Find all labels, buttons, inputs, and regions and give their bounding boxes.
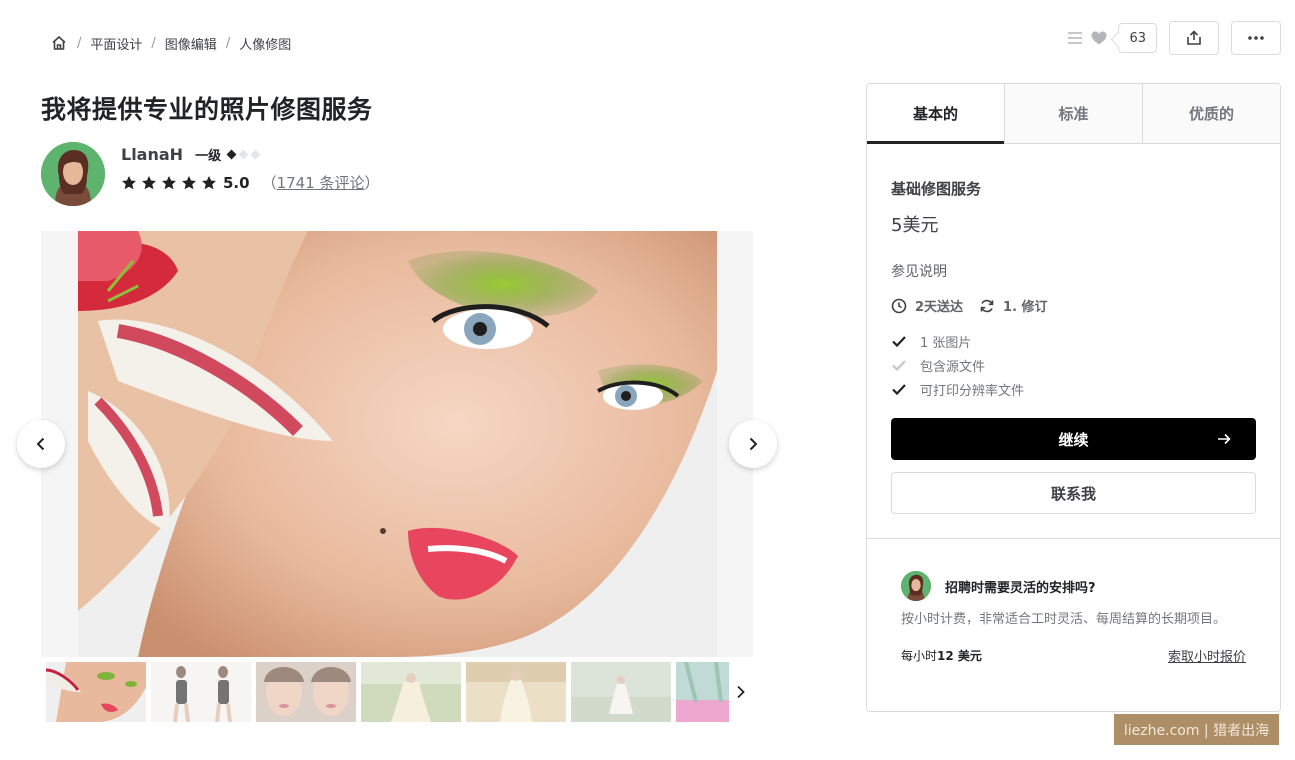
- seller-name[interactable]: LlanaH: [121, 145, 183, 164]
- breadcrumb-separator: /: [225, 35, 231, 51]
- diamond-icon: [226, 149, 237, 160]
- thumbnail-next-button[interactable]: [729, 662, 753, 722]
- thumbnail-3[interactable]: [256, 662, 356, 722]
- breadcrumb-item-portrait-retouch[interactable]: 人像修图: [239, 34, 291, 53]
- gig-title: 我将提供专业的照片修图服务: [41, 95, 373, 124]
- feature-label: 包含源文件: [920, 359, 986, 375]
- delivery-label: 2天送达: [915, 300, 964, 315]
- contact-me-button[interactable]: 联系我: [891, 472, 1256, 514]
- seller-avatar-small: [901, 571, 931, 601]
- package-name: 基础修图服务: [891, 180, 982, 198]
- star-icon: [162, 175, 176, 189]
- thumbnail-6[interactable]: [571, 662, 671, 722]
- star-icon: [202, 175, 216, 189]
- breadcrumb-separator: /: [77, 35, 82, 51]
- hourly-rate-value: 12 美元: [937, 649, 982, 663]
- tab-standard[interactable]: 标准: [1004, 84, 1142, 143]
- tab-basic[interactable]: 基本的: [867, 84, 1004, 144]
- thumbnail-5[interactable]: [466, 662, 566, 722]
- star-icon: [122, 175, 136, 189]
- breadcrumb-item-image-editing[interactable]: 图像编辑: [165, 34, 217, 53]
- delivery-time: 2天送达: [891, 296, 963, 315]
- tab-premium[interactable]: 优质的: [1142, 84, 1280, 143]
- reviews-close: ）: [364, 174, 380, 192]
- more-icon: [1248, 36, 1264, 40]
- chevron-right-icon: [737, 685, 745, 699]
- package-meta: 2天送达 1. 修订: [891, 296, 1256, 315]
- rating-value: 5.0: [223, 173, 250, 192]
- breadcrumb: / 平面设计 / 图像编辑 / 人像修图: [50, 33, 291, 53]
- star-icon: [142, 175, 156, 189]
- package-description: 参见说明: [891, 264, 947, 280]
- revisions: 1. 修订: [979, 296, 1048, 315]
- level-diamonds: [225, 149, 261, 160]
- heart-icon[interactable]: [1090, 29, 1108, 47]
- gallery: [41, 231, 753, 657]
- hourly-description: 按小时计费，非常适合工时灵活、每周结算的长期项目。: [901, 612, 1227, 627]
- hourly-title: 招聘时需要灵活的安排吗?: [945, 580, 1096, 596]
- chevron-left-icon: [36, 437, 45, 451]
- feature-label: 1 张图片: [920, 335, 972, 351]
- thumbnail-2[interactable]: [151, 662, 251, 722]
- refresh-icon: [980, 299, 994, 312]
- clock-icon: [891, 298, 907, 313]
- share-icon: [1187, 30, 1201, 45]
- chevron-right-icon: [749, 437, 758, 451]
- breadcrumb-item-graphic-design[interactable]: 平面设计: [90, 34, 142, 53]
- package-tabs: 基本的 标准 优质的: [867, 84, 1280, 144]
- gallery-next-button[interactable]: [729, 420, 777, 468]
- feature-label: 可打印分辨率文件: [920, 383, 1025, 399]
- home-icon[interactable]: [50, 34, 68, 52]
- star-icon: [182, 175, 196, 189]
- diamond-icon: [238, 149, 249, 160]
- main-portrait-image: [78, 231, 717, 657]
- like-count: 63: [1118, 23, 1157, 53]
- revisions-label: 1. 修订: [1003, 300, 1048, 315]
- menu-icon[interactable]: [1066, 29, 1084, 47]
- seller-overview: LlanaH 一级 5.0 （1741 条评论）: [41, 142, 380, 206]
- feature-list: 1 张图片 包含源文件 可打印分辨率文件: [891, 329, 1256, 401]
- reviews-link[interactable]: 1741 条评论: [277, 174, 365, 192]
- hourly-offer: 招聘时需要灵活的安排吗? 按小时计费，非常适合工时灵活、每周结算的长期项目。 每…: [867, 539, 1280, 665]
- check-icon: [892, 336, 906, 348]
- request-hourly-quote-link[interactable]: 索取小时报价: [1168, 646, 1246, 665]
- hourly-rate-prefix: 每小时: [901, 649, 938, 663]
- package-panel: 基本的 标准 优质的 基础修图服务 5美元 参见说明 2天送达 1. 修订 1 …: [866, 83, 1281, 712]
- seller-avatar[interactable]: [41, 142, 105, 206]
- continue-button[interactable]: 继续: [891, 418, 1256, 460]
- more-button[interactable]: [1231, 21, 1281, 55]
- thumbnail-1[interactable]: [46, 662, 146, 722]
- gallery-prev-button[interactable]: [17, 420, 65, 468]
- reviews-open: （: [261, 174, 277, 192]
- thumbnail-strip: [41, 662, 753, 722]
- continue-label: 继续: [1058, 430, 1089, 449]
- reviews-count[interactable]: （1741 条评论）: [262, 172, 380, 193]
- diamond-icon: [250, 149, 261, 160]
- top-actions: 63: [1066, 21, 1281, 55]
- feature-item: 1 张图片: [891, 329, 1256, 353]
- check-icon: [892, 360, 906, 372]
- package-price: 5美元: [891, 215, 939, 236]
- feature-item: 可打印分辨率文件: [891, 377, 1256, 401]
- share-button[interactable]: [1169, 21, 1219, 55]
- watermark: liezhe.com | 猎者出海: [1114, 714, 1279, 745]
- breadcrumb-separator: /: [151, 35, 156, 51]
- feature-item: 包含源文件: [891, 353, 1256, 377]
- seller-level: 一级: [195, 149, 222, 164]
- arrow-right-icon: [1218, 433, 1231, 445]
- check-icon: [892, 384, 906, 396]
- hourly-rate: 每小时12 美元: [901, 647, 982, 664]
- thumbnail-4[interactable]: [361, 662, 461, 722]
